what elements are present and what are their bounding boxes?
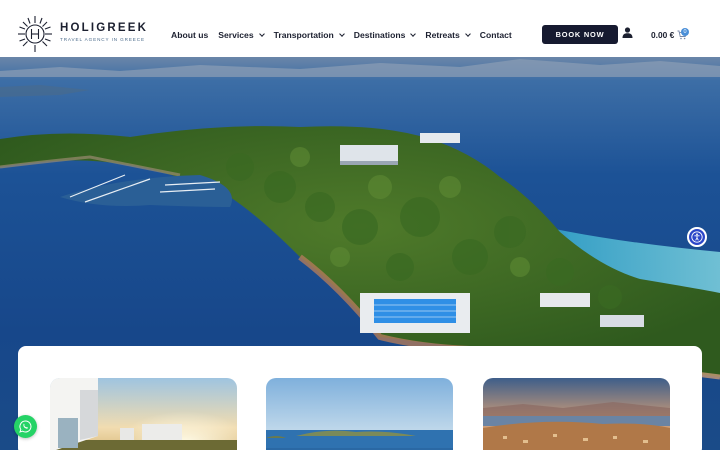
nav-label: Transportation xyxy=(273,30,334,40)
nav-contact[interactable]: Contact xyxy=(480,30,512,40)
user-icon[interactable] xyxy=(622,27,633,38)
accessibility-icon xyxy=(691,231,703,243)
nav-services[interactable]: Services xyxy=(218,30,265,40)
nav-label: Destinations xyxy=(353,30,406,40)
cart-count-badge: 0 xyxy=(681,28,689,36)
villa-sunset-thumbnail xyxy=(50,378,237,450)
nav-label: About us xyxy=(171,30,209,40)
whatsapp-button[interactable] xyxy=(14,415,37,438)
nav-label: Contact xyxy=(479,30,512,40)
card-image-villa[interactable] xyxy=(50,378,237,450)
sun-logo-icon xyxy=(18,16,52,52)
nav-label: Services xyxy=(218,30,254,40)
nav-destinations[interactable]: Destinations xyxy=(353,30,417,40)
chevron-down-icon xyxy=(338,30,345,37)
book-now-button[interactable]: BOOK NOW xyxy=(542,25,618,44)
nav-label: Retreats xyxy=(425,30,460,40)
chevron-down-icon xyxy=(464,30,471,37)
nav-retreats[interactable]: Retreats xyxy=(425,30,471,40)
chevron-down-icon xyxy=(258,30,265,37)
site-header: HOLIGREEK TRAVEL AGENCY IN GREECE About … xyxy=(0,0,720,57)
nav-transportation[interactable]: Transportation xyxy=(273,30,345,40)
sea-coast-thumbnail xyxy=(266,378,453,450)
chevron-down-icon xyxy=(410,30,417,37)
brand-name: HOLIGREEK xyxy=(60,22,149,34)
accessibility-button[interactable] xyxy=(687,227,707,247)
logo[interactable]: HOLIGREEK TRAVEL AGENCY IN GREECE xyxy=(16,14,146,54)
featured-panel xyxy=(18,346,702,450)
cart-total: 0.00 € xyxy=(651,30,675,40)
nav-about-us[interactable]: About us xyxy=(171,30,208,40)
card-image-town[interactable] xyxy=(483,378,670,450)
brand-tagline: TRAVEL AGENCY IN GREECE xyxy=(60,37,145,42)
main-nav: About us Services Transportation Destina… xyxy=(171,29,522,41)
card-image-coast[interactable] xyxy=(266,378,453,450)
whatsapp-icon xyxy=(19,420,32,433)
coastal-town-sunset-thumbnail xyxy=(483,378,670,450)
